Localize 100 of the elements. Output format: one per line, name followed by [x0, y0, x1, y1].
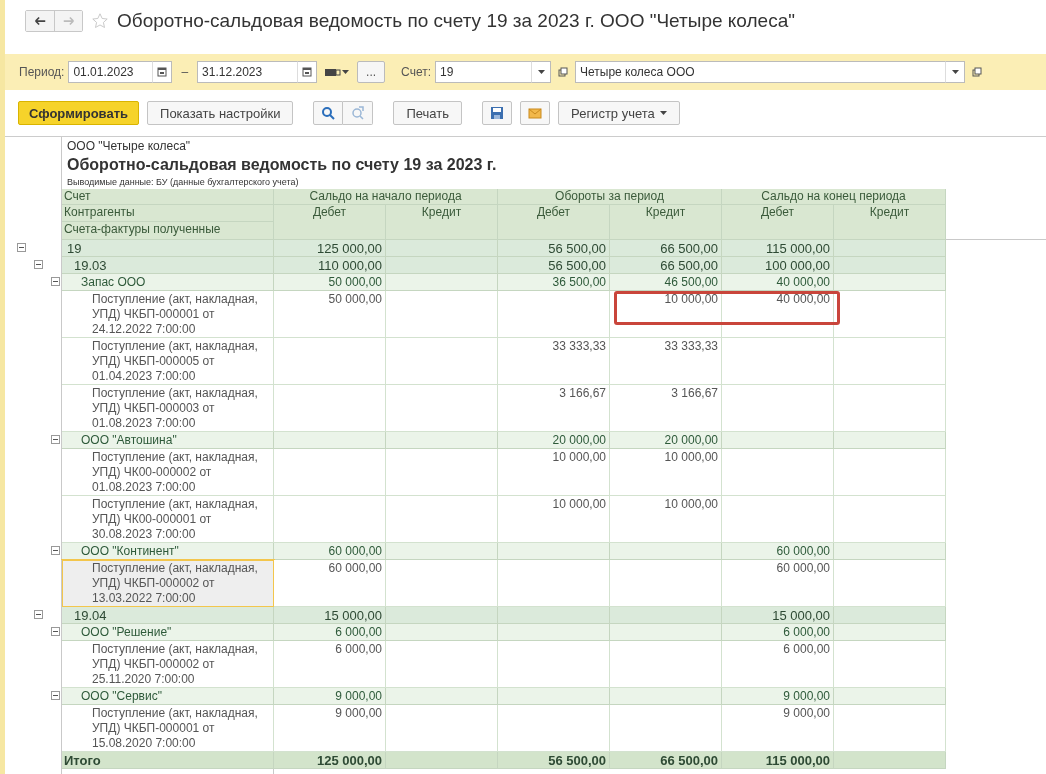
header-cell: Сальдо на начало периода	[274, 189, 498, 205]
amount-cell: 3 166,67	[498, 385, 610, 432]
amount-cell: 50 000,00	[274, 291, 386, 338]
collapse-icon[interactable]	[51, 546, 60, 555]
document-cell[interactable]: Поступление (акт, накладная, УПД) ЧКБП-000002 от 25.11.2020 7:00:00	[62, 641, 274, 688]
report-subtitle: Выводимые данные: БУ (данные бухгалтерского учета)	[67, 177, 300, 187]
collapse-icon[interactable]	[51, 277, 60, 286]
collapse-icon[interactable]	[17, 243, 26, 252]
date-separator: –	[181, 65, 189, 79]
amount-cell: 33 333,33	[498, 338, 610, 385]
caret-icon	[659, 111, 667, 115]
back-button[interactable]	[26, 11, 54, 31]
calendar-icon	[157, 67, 168, 77]
star-icon[interactable]	[91, 12, 109, 30]
header-cell: Обороты за период	[498, 189, 722, 205]
amount-cell: 50 000,00	[274, 274, 386, 291]
amount-cell: 3 166,67	[610, 385, 722, 432]
dropdown-button[interactable]	[945, 61, 965, 83]
amount-cell: 100 000,00	[722, 257, 834, 274]
arrow-icon	[61, 14, 76, 28]
amount-cell: 60 000,00	[722, 560, 834, 607]
arrow-icon	[33, 14, 47, 28]
organization-field[interactable]: Четыре колеса ООО	[575, 61, 945, 83]
header-cell: Кредит	[386, 205, 498, 240]
amount-cell: 9 000,00	[722, 705, 834, 752]
header-cell: Счета-фактуры полученные	[62, 222, 274, 240]
amount-cell: 60 000,00	[274, 543, 386, 560]
toolbar-button[interactable]: Печать	[393, 101, 463, 125]
header-cell: Кредит	[610, 205, 722, 240]
more-button[interactable]: ...	[357, 61, 386, 83]
collapse-icon[interactable]	[34, 260, 43, 269]
report-title: Оборотно-сальдовая ведомость по счету 19 за 2023 г.	[67, 156, 498, 174]
search-icon	[320, 105, 337, 121]
toolbar-button[interactable]: Показать настройки	[147, 101, 294, 125]
amount-cell: 46 500,00	[610, 274, 722, 291]
amount-cell: 10 000,00	[498, 449, 610, 496]
period-label: Период:	[19, 65, 65, 79]
row-name-cell: ООО "Сервис"	[62, 688, 274, 705]
header-cell: Сальдо на конец периода	[722, 189, 946, 205]
calendar-button[interactable]	[297, 61, 318, 83]
save-button[interactable]	[482, 101, 513, 125]
generate-button[interactable]: Сформировать	[18, 101, 140, 125]
collapse-icon[interactable]	[34, 610, 43, 619]
caret-icon	[537, 70, 545, 74]
amount-cell: 125 000,00	[274, 240, 386, 257]
row-name-cell: 19	[62, 240, 274, 257]
amount-cell: 10 000,00	[610, 496, 722, 543]
amount-cell: 15 000,00	[274, 607, 386, 624]
header-cell: Счет	[62, 189, 274, 205]
header-cell: Дебет	[498, 205, 610, 240]
amount-cell: 9 000,00	[722, 688, 834, 705]
amount-cell: 60 000,00	[274, 560, 386, 607]
period-type-button[interactable]	[325, 68, 350, 76]
save-icon	[489, 105, 506, 121]
row-name-cell: ООО "Решение"	[62, 624, 274, 641]
dropdown-button[interactable]: Регистр учета	[558, 101, 680, 125]
amount-cell: 110 000,00	[274, 257, 386, 274]
collapse-icon[interactable]	[51, 627, 60, 636]
amount-cell: 56 500,00	[498, 257, 610, 274]
amount-cell: 20 000,00	[498, 432, 610, 449]
row-name-cell: 19.04	[62, 607, 274, 624]
dropdown-button[interactable]	[531, 61, 551, 83]
document-cell[interactable]: Поступление (акт, накладная, УПД) ЧКБП-000001 от 15.08.2020 7:00:00	[62, 705, 274, 752]
header-cell: Кредит	[834, 205, 946, 240]
document-cell[interactable]: Поступление (акт, накладная, УПД) ЧКБП-000001 от 24.12.2022 7:00:00	[62, 291, 274, 338]
document-cell[interactable]: Поступление (акт, накладная, УПД) ЧКБП-000003 от 01.08.2023 7:00:00	[62, 385, 274, 432]
row-name-cell: Итого	[62, 752, 274, 769]
document-cell[interactable]: Поступление (акт, накладная, УПД) ЧКБП-000005 от 01.04.2023 7:00:00	[62, 338, 274, 385]
amount-cell: 10 000,00	[498, 496, 610, 543]
amount-cell: 66 500,00	[610, 240, 722, 257]
calendar-button[interactable]	[152, 61, 173, 83]
battery-icon	[325, 68, 342, 76]
amount-cell: 6 000,00	[722, 624, 834, 641]
amount-cell: 115 000,00	[722, 752, 834, 769]
row-name-cell: ООО "Автошина"	[62, 432, 274, 449]
amount-cell: 6 000,00	[722, 641, 834, 688]
date-to-field[interactable]: 31.12.2023	[197, 61, 298, 83]
document-cell[interactable]: Поступление (акт, накладная, УПД) ЧК00-000002 от 01.08.2023 7:00:00	[62, 449, 274, 496]
mail-icon	[527, 105, 544, 121]
account-field[interactable]: 19	[435, 61, 531, 83]
amount-cell: 66 500,00	[610, 257, 722, 274]
amount-cell: 20 000,00	[610, 432, 722, 449]
search-button[interactable]	[313, 101, 344, 125]
collapse-icon[interactable]	[51, 691, 60, 700]
document-cell[interactable]: Поступление (акт, накладная, УПД) ЧКБП-000002 от 13.03.2022 7:00:00	[62, 560, 274, 607]
date-from-field[interactable]: 01.01.2023	[68, 61, 153, 83]
row-name-cell: Запас ООО	[62, 274, 274, 291]
amount-cell: 56 500,00	[498, 240, 610, 257]
account-label: Счет:	[401, 65, 431, 79]
document-cell[interactable]: Поступление (акт, накладная, УПД) ЧК00-000001 от 30.08.2023 7:00:00	[62, 496, 274, 543]
amount-cell: 6 000,00	[274, 624, 386, 641]
row-name-cell: 19.03	[62, 257, 274, 274]
header-cell: Дебет	[274, 205, 386, 240]
amount-cell: 33 333,33	[610, 338, 722, 385]
header-cell: Дебет	[722, 205, 834, 240]
window-title: Оборотно-сальдовая ведомость по счету 19 за 2023 г. ООО "Четыре колеса"	[117, 10, 795, 32]
amount-cell: 9 000,00	[274, 688, 386, 705]
amount-cell: 40 000,00	[722, 274, 834, 291]
amount-cell: 60 000,00	[722, 543, 834, 560]
collapse-icon[interactable]	[51, 435, 60, 444]
